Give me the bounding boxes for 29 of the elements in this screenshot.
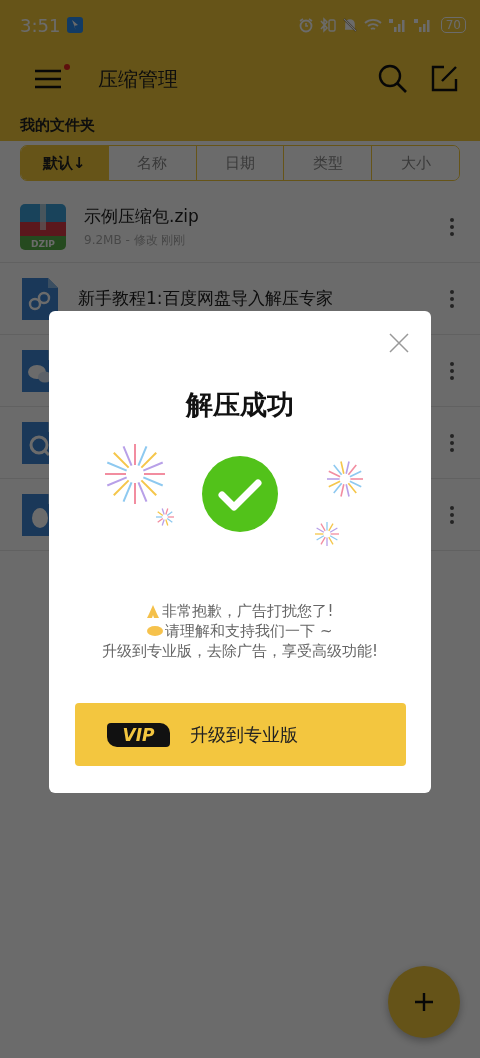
- app-title: 压缩管理: [98, 65, 178, 93]
- close-button[interactable]: [389, 333, 409, 353]
- app-notification-icon: [67, 17, 84, 33]
- signal-icon: [412, 17, 433, 33]
- wifi-icon: [362, 17, 383, 33]
- status-time: 3:51: [20, 14, 61, 36]
- upgrade-button[interactable]: VIP 升级到专业版: [74, 703, 406, 766]
- file-name: 示例压缩包.zip: [84, 204, 200, 228]
- battery-indicator: 70: [440, 17, 466, 33]
- plus-icon: [413, 991, 435, 1013]
- success-check-icon: [202, 456, 278, 532]
- bluetooth-icon: [318, 17, 337, 33]
- muted-bell-icon: [341, 17, 358, 33]
- file-name: 新手教程1:百度网盘导入解压专家: [78, 287, 334, 310]
- more-options-icon[interactable]: [450, 505, 454, 524]
- sort-tab[interactable]: 默认↓: [21, 146, 108, 180]
- section-title: 我的文件夹: [19, 115, 96, 136]
- alarm-icon: [297, 17, 314, 33]
- more-options-icon[interactable]: [450, 217, 454, 236]
- vip-badge: VIP: [106, 722, 171, 747]
- signal-icon: [387, 17, 408, 33]
- dialog-message: 升级到专业版，去除广告，享受高级功能!: [102, 641, 378, 661]
- more-options-icon[interactable]: [450, 361, 454, 380]
- dialog-message: 非常抱歉，广告打扰您了!: [162, 601, 334, 621]
- add-button[interactable]: [388, 966, 460, 1038]
- more-options-icon[interactable]: [450, 289, 454, 308]
- more-options-icon[interactable]: [450, 433, 454, 452]
- dialog-title: 解压成功: [186, 388, 294, 422]
- dialog-message: 请理解和支持我们一下 ~: [165, 621, 333, 641]
